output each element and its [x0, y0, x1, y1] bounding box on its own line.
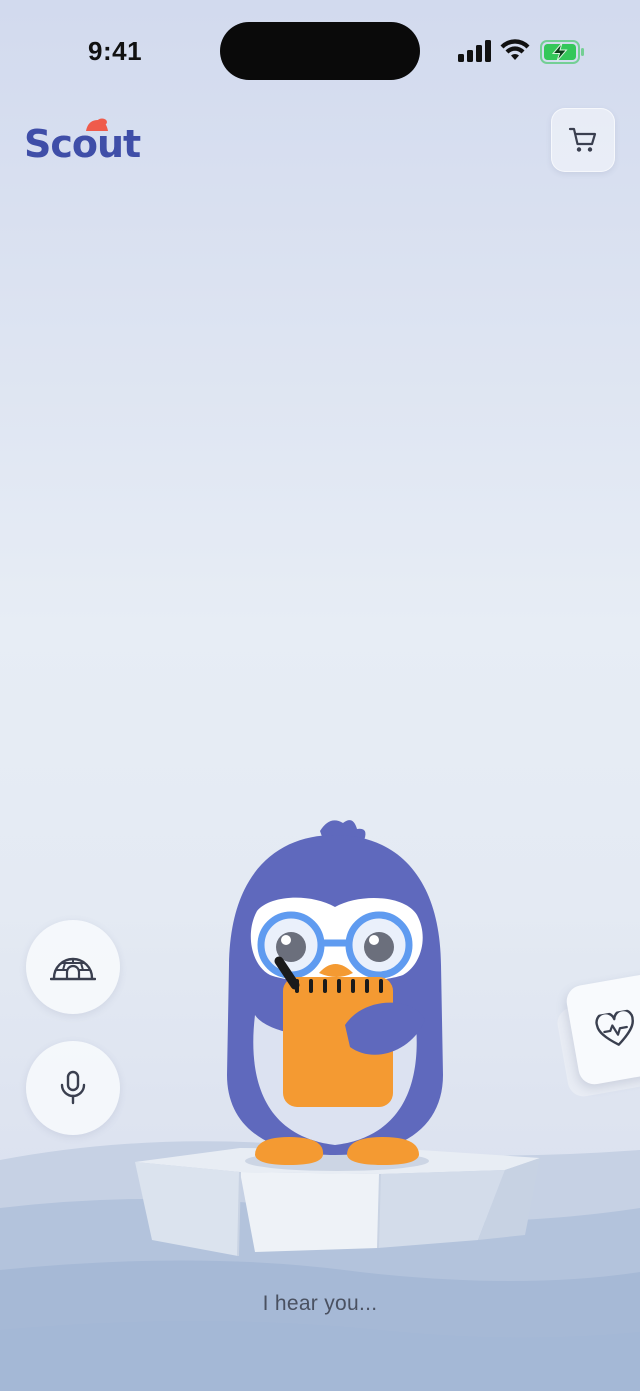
dynamic-island [220, 22, 420, 80]
battery-charging-icon [540, 40, 584, 64]
scout-logo[interactable]: Scout [24, 118, 141, 168]
assistant-status-caption: I hear you... [262, 1292, 378, 1315]
status-time: 9:41 [88, 36, 143, 66]
logo-text: Scout [24, 122, 141, 166]
penguin-mascot [227, 820, 443, 1171]
status-bar: 9:41 [0, 0, 640, 100]
igloo-button[interactable] [26, 920, 120, 1014]
shopping-cart-icon [568, 127, 597, 152]
wifi-icon [500, 39, 530, 60]
cellular-signal-icon [458, 40, 491, 62]
igloo-icon [50, 957, 96, 981]
cart-button[interactable] [551, 108, 615, 172]
heart-pulse-icon [595, 1008, 634, 1046]
